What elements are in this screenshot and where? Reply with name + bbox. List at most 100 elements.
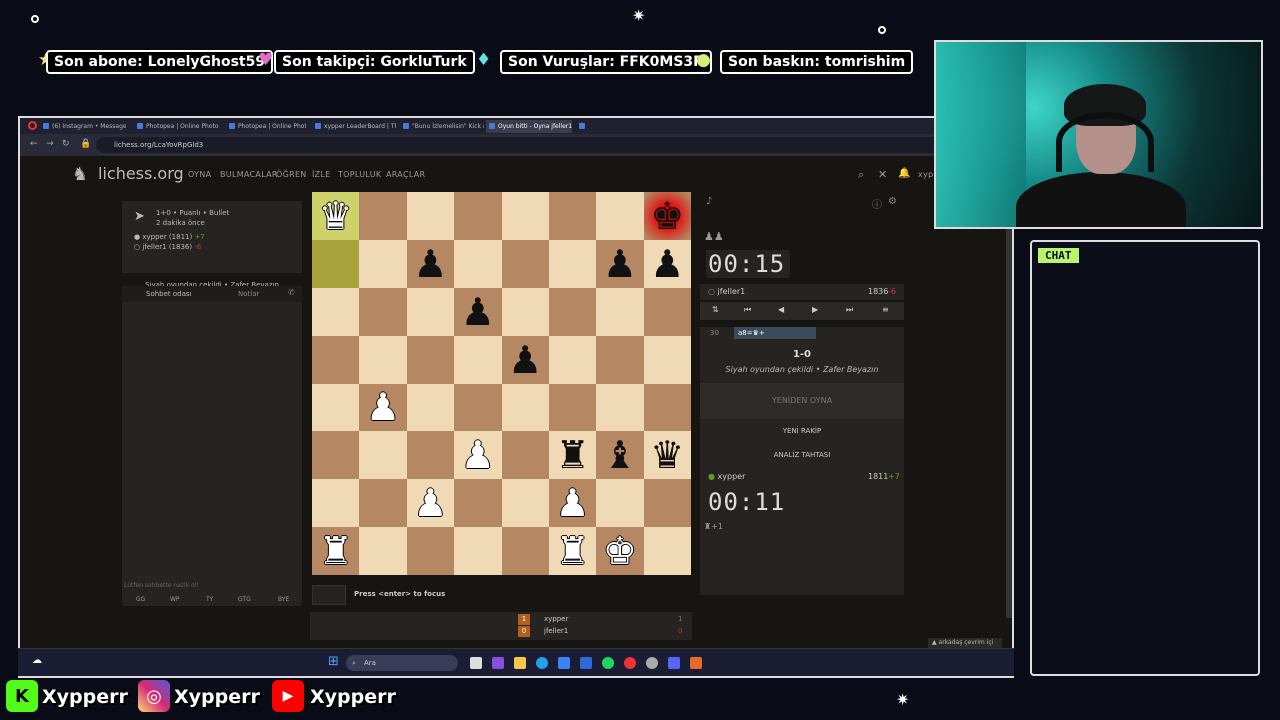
- square-d7[interactable]: [454, 239, 502, 288]
- voice-icon[interactable]: ♪: [706, 196, 712, 207]
- weather-icon[interactable]: ☁: [32, 655, 42, 666]
- first-move-icon[interactable]: ⏮: [744, 302, 751, 318]
- square-f7[interactable]: [548, 239, 597, 288]
- square-g3[interactable]: ♝: [596, 431, 644, 480]
- square-a6[interactable]: [312, 287, 360, 336]
- white-queen-icon[interactable]: ♛: [312, 192, 359, 240]
- square-c3[interactable]: [406, 431, 455, 480]
- opera-icon[interactable]: [624, 657, 636, 669]
- quick-bye[interactable]: BYE: [278, 596, 289, 603]
- back-icon[interactable]: ←: [30, 139, 38, 149]
- square-f4[interactable]: [548, 383, 597, 432]
- analysis-board-button[interactable]: ANALİZ TAHTASI: [700, 451, 904, 459]
- app-icon[interactable]: [580, 657, 592, 669]
- square-a2[interactable]: [312, 479, 360, 528]
- square-d1[interactable]: [454, 527, 502, 575]
- me-name[interactable]: xypper: [718, 472, 746, 481]
- last-move[interactable]: a8=♛+: [734, 327, 816, 339]
- discord-icon[interactable]: [668, 657, 680, 669]
- site-logo[interactable]: lichess.org: [98, 164, 184, 183]
- quick-gtg[interactable]: GTG: [238, 596, 251, 603]
- square-c1[interactable]: [406, 527, 455, 575]
- square-b2[interactable]: [359, 479, 407, 528]
- square-b4[interactable]: ♟: [359, 383, 407, 432]
- score-row-name[interactable]: xypper: [544, 615, 568, 623]
- edge-icon[interactable]: [536, 657, 548, 669]
- square-e6[interactable]: [501, 287, 549, 336]
- app-icon[interactable]: [690, 657, 702, 669]
- square-g8[interactable]: [596, 192, 644, 240]
- white-pawn-icon[interactable]: ♟: [359, 384, 406, 432]
- square-f2[interactable]: ♟: [548, 479, 597, 528]
- square-a4[interactable]: [312, 383, 360, 432]
- menu-icon[interactable]: ≡: [882, 302, 889, 318]
- square-a5[interactable]: [312, 335, 360, 384]
- white-pawn-icon[interactable]: ♟: [454, 431, 501, 479]
- square-b6[interactable]: [359, 287, 407, 336]
- search-icon[interactable]: ⌕: [858, 168, 864, 182]
- square-g2[interactable]: [596, 479, 644, 528]
- nav-community[interactable]: TOPLULUK: [338, 170, 381, 179]
- square-g6[interactable]: [596, 287, 644, 336]
- square-h1[interactable]: [643, 527, 691, 575]
- quick-wp[interactable]: WP: [170, 596, 180, 603]
- square-b7[interactable]: [359, 239, 407, 288]
- tab-chat-room[interactable]: Sohbet odası: [146, 290, 192, 298]
- windows-start-icon[interactable]: ⊞: [328, 654, 339, 669]
- square-f5[interactable]: [548, 335, 597, 384]
- next-move-icon[interactable]: ▶: [812, 302, 818, 318]
- white-pawn-icon[interactable]: ♟: [407, 479, 454, 527]
- taskbar-search[interactable]: ⌕ Ara: [346, 655, 458, 671]
- square-a7[interactable]: [312, 239, 360, 288]
- black-bishop-icon[interactable]: ♝: [596, 431, 643, 479]
- flip-icon[interactable]: ⇅: [712, 302, 719, 318]
- square-c7[interactable]: ♟: [406, 239, 455, 288]
- gear-icon[interactable]: ⚙: [888, 196, 897, 207]
- nav-play[interactable]: OYNA: [188, 170, 211, 179]
- tab-notes[interactable]: Notlar: [238, 290, 259, 298]
- square-a3[interactable]: [312, 431, 360, 480]
- black-pawn-icon[interactable]: ♟: [407, 240, 454, 288]
- square-f3[interactable]: ♜: [548, 431, 597, 480]
- square-c6[interactable]: [406, 287, 455, 336]
- nav-learn[interactable]: ÖĞREN: [276, 170, 307, 179]
- square-d8[interactable]: [454, 192, 502, 240]
- square-h2[interactable]: [643, 479, 691, 528]
- square-d4[interactable]: [454, 383, 502, 432]
- spotify-icon[interactable]: [602, 657, 614, 669]
- square-b5[interactable]: [359, 335, 407, 384]
- tab-photopea-2[interactable]: Photopea | Online Photo: [226, 120, 306, 133]
- white-rook-icon[interactable]: ♜: [549, 527, 596, 575]
- store-icon[interactable]: [558, 657, 570, 669]
- nav-puzzles[interactable]: BULMACALAR: [220, 170, 278, 179]
- info-icon[interactable]: ⓘ: [872, 196, 882, 211]
- square-e3[interactable]: [501, 431, 549, 480]
- black-rook-icon[interactable]: ♜: [549, 431, 596, 479]
- opponent-name[interactable]: jfeller1: [718, 287, 746, 296]
- phone-icon[interactable]: ✆: [288, 288, 295, 297]
- square-d6[interactable]: ♟: [454, 287, 502, 336]
- black-player[interactable]: jfeller1 (1836): [142, 243, 192, 251]
- square-b8[interactable]: [359, 192, 407, 240]
- white-rook-icon[interactable]: ♜: [312, 527, 359, 575]
- chess-board[interactable]: ♛ ♚ ♟ ♟ ♟ ♟ ♟ ♟ ♟ ♜ ♝ ♛ ♟ ♟ ♜ ♜ ♚: [312, 192, 691, 575]
- chat-input[interactable]: Lütfen sohbette nazik ol!: [122, 582, 302, 594]
- square-a1[interactable]: ♜: [312, 527, 360, 575]
- black-king-icon[interactable]: ♚: [644, 192, 691, 240]
- square-c8[interactable]: [406, 192, 455, 240]
- square-h3[interactable]: ♛: [643, 431, 691, 480]
- square-f8[interactable]: [548, 192, 597, 240]
- square-b1[interactable]: [359, 527, 407, 575]
- black-pawn-icon[interactable]: ♟: [644, 240, 691, 288]
- square-e8[interactable]: [501, 192, 549, 240]
- square-g4[interactable]: [596, 383, 644, 432]
- square-h4[interactable]: [643, 383, 691, 432]
- square-e5[interactable]: ♟: [501, 335, 549, 384]
- tab-leaderboard[interactable]: xypper LeaderBoard | Th: [312, 120, 396, 133]
- square-g7[interactable]: ♟: [596, 239, 644, 288]
- square-b3[interactable]: [359, 431, 407, 480]
- task-view-icon[interactable]: [470, 657, 482, 669]
- new-opponent-button[interactable]: YENİ RAKİP: [700, 427, 904, 435]
- tab-kick[interactable]: "Bunu İzlemelisin" Kick &: [400, 120, 484, 133]
- score-row-name[interactable]: jfeller1: [544, 627, 568, 635]
